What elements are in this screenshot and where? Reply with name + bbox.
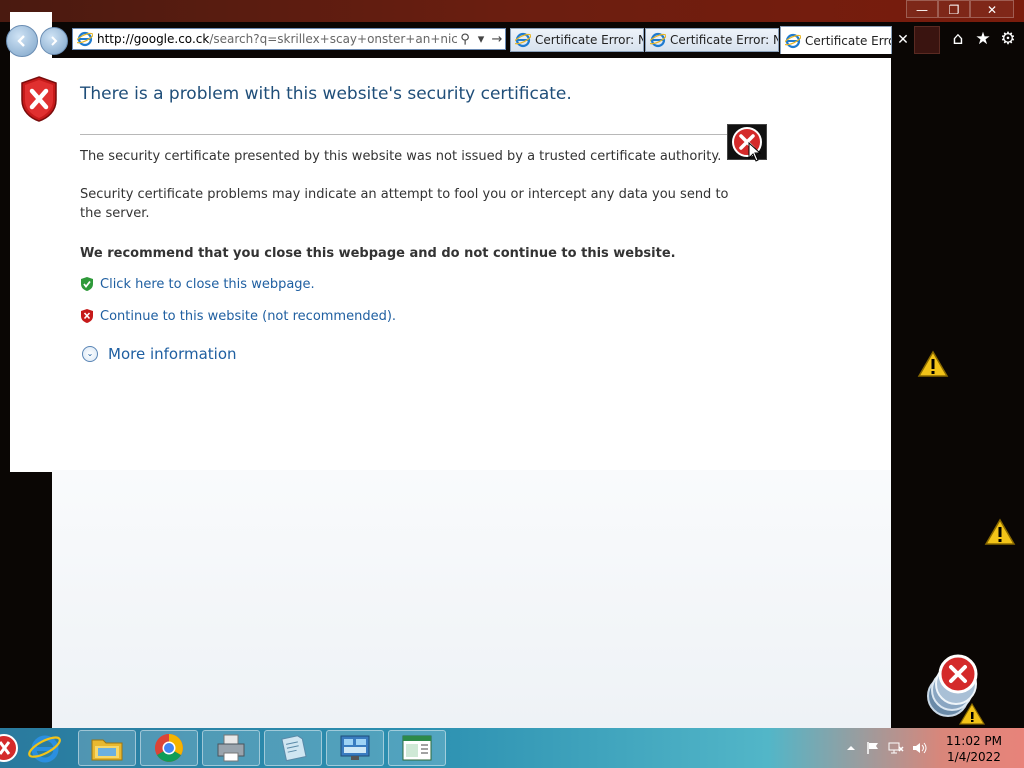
close-webpage-link[interactable]: Click here to close this webpage. — [80, 276, 315, 292]
new-tab-button[interactable] — [914, 26, 940, 54]
show-hidden-icons-icon[interactable] — [846, 743, 856, 753]
forward-button[interactable] — [40, 27, 68, 55]
taskbar-notepad[interactable] — [264, 730, 322, 766]
certificate-authority-message: The security certificate presented by th… — [80, 149, 722, 164]
tools-gear-icon[interactable]: ⚙ — [998, 28, 1018, 50]
ie-tab-icon — [515, 32, 531, 48]
stacked-error-icons — [927, 654, 986, 725]
back-arrow-icon — [17, 35, 25, 47]
restore-button[interactable]: ❐ — [938, 0, 970, 18]
navigation-bar: http://google.co.ck/search?q=skrillex+sc… — [0, 22, 1024, 58]
system-tray — [846, 728, 928, 768]
notepad-icon — [281, 735, 307, 762]
more-information-label[interactable]: More information — [108, 345, 237, 363]
continue-link-label[interactable]: Continue to this website (not recommende… — [100, 309, 396, 324]
security-shield-error-icon — [21, 76, 57, 122]
volume-icon[interactable] — [912, 741, 928, 755]
ie-page-icon — [77, 31, 93, 47]
tab-label: Certificate Error: N... — [670, 33, 778, 47]
taskbar-window[interactable] — [388, 730, 446, 766]
taskbar-printer[interactable] — [202, 730, 260, 766]
ie-tab-icon — [785, 33, 801, 48]
taskbar-internet-explorer[interactable] — [16, 730, 74, 766]
printer-icon — [217, 734, 245, 762]
favorites-star-icon[interactable]: ★ — [973, 28, 993, 50]
tab-label: Certificate Erro... — [805, 33, 891, 48]
window-controls: — ❐ ✕ — [906, 0, 1014, 18]
warning-triangle-icon — [917, 350, 949, 377]
taskbar-chrome[interactable] — [140, 730, 198, 766]
internet-explorer-icon — [28, 735, 61, 763]
taskbar-file-explorer[interactable] — [78, 730, 136, 766]
clock-date: 1/4/2022 — [947, 750, 1001, 764]
red-shield-x-icon — [81, 309, 93, 323]
taskbar-control-panel[interactable] — [326, 730, 384, 766]
mouse-cursor-icon — [748, 142, 762, 162]
tab-certificate-error-active[interactable]: Certificate Erro... — [780, 26, 892, 54]
clock[interactable]: 11:02 PM 1/4/2022 — [930, 733, 1018, 765]
address-dropdown-icon[interactable]: ▾ — [473, 32, 489, 47]
title-bar — [0, 0, 1024, 22]
file-explorer-icon — [91, 739, 123, 761]
minimize-button[interactable]: — — [906, 0, 938, 18]
security-warning-message: Security certificate problems may indica… — [80, 187, 729, 221]
chrome-icon — [155, 734, 183, 762]
back-button[interactable] — [6, 25, 38, 57]
green-shield-check-icon — [81, 277, 93, 291]
search-icon[interactable]: ⚲ — [457, 32, 473, 47]
address-bar[interactable]: http://google.co.ck/search?q=skrillex+sc… — [72, 28, 506, 50]
forward-arrow-icon — [51, 36, 58, 46]
go-arrow-icon[interactable]: → — [489, 32, 505, 47]
action-center-flag-icon[interactable] — [866, 741, 880, 755]
tab-label: Certificate Error: N... — [535, 33, 643, 47]
ie-tab-icon — [650, 32, 666, 48]
warning-triangle-icon — [984, 518, 1016, 545]
close-tab-button[interactable]: ✕ — [893, 30, 913, 50]
network-icon[interactable] — [888, 741, 904, 755]
recommendation-message: We recommend that you close this webpage… — [80, 246, 676, 261]
tab-certificate-error-1[interactable]: Certificate Error: N... — [510, 28, 644, 52]
clock-time: 11:02 PM — [946, 734, 1002, 748]
tab-certificate-error-2[interactable]: Certificate Error: N... — [645, 28, 779, 52]
control-panel-icon — [340, 735, 370, 760]
continue-to-website-link[interactable]: Continue to this website (not recommende… — [80, 308, 396, 324]
close-window-button[interactable]: ✕ — [970, 0, 1014, 18]
page-content-top — [10, 58, 891, 470]
home-icon[interactable]: ⌂ — [948, 28, 968, 50]
more-information-toggle[interactable]: ⌄ More information — [82, 345, 237, 363]
divider — [80, 134, 746, 135]
taskbar: 11:02 PM 1/4/2022 — [0, 728, 1024, 768]
address-url[interactable]: http://google.co.ck/search?q=skrillex+sc… — [97, 32, 457, 46]
page-title: There is a problem with this website's s… — [80, 84, 572, 104]
expand-chevron-icon: ⌄ — [82, 346, 98, 362]
close-webpage-link-label[interactable]: Click here to close this webpage. — [100, 277, 315, 292]
window-icon — [402, 735, 432, 761]
